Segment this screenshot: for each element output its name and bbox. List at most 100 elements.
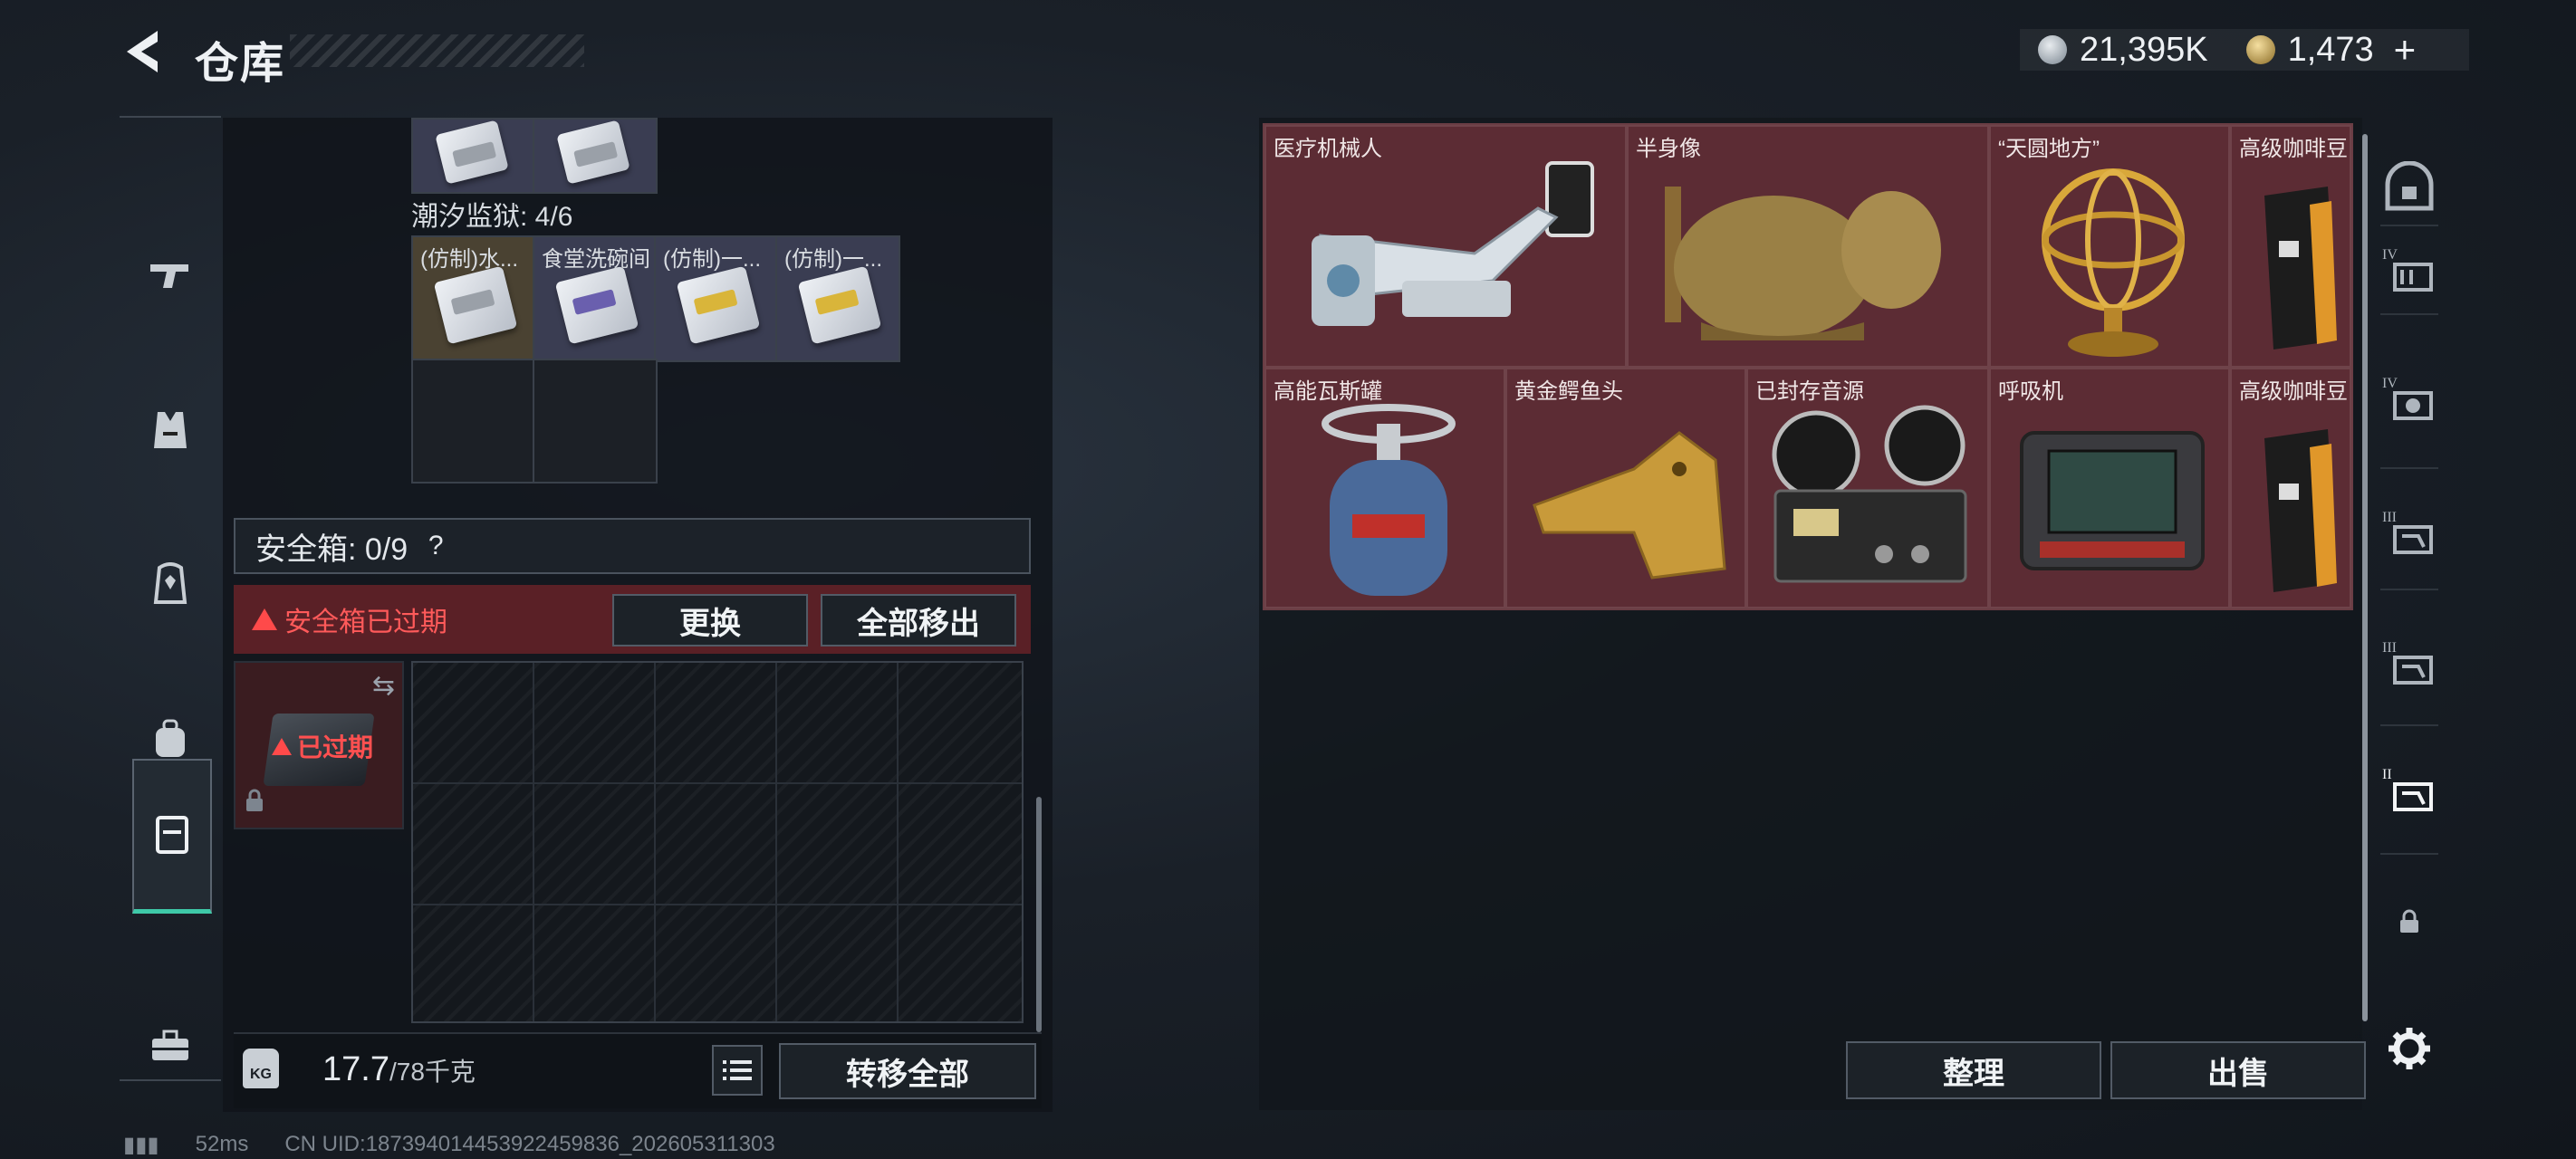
item-label: (仿制)一... (784, 247, 882, 272)
item-label: 高级咖啡豆 (2239, 137, 2348, 161)
item-label: (仿制)水... (420, 247, 518, 272)
keycard-icon (797, 265, 882, 345)
tier-label: III (2382, 510, 2397, 525)
inventory-item[interactable]: 食堂洗碗间 (533, 235, 658, 362)
keycard-icon (676, 265, 761, 345)
empty-inventory-cell[interactable] (411, 359, 536, 484)
container-tier-icon[interactable]: IV (2382, 243, 2437, 297)
inventory-item[interactable]: (仿制)一... (775, 235, 900, 362)
inventory-cell[interactable] (411, 118, 536, 194)
stash-item-coffee[interactable]: 高级咖啡豆 (2230, 125, 2351, 368)
keycard-icon (435, 120, 509, 185)
stash-tab-nav: IV IV III III II (2373, 123, 2446, 1119)
coffee-bag-art (2264, 187, 2337, 350)
stash-item-ventilator[interactable]: 呼吸机 (1989, 368, 2230, 608)
empty-inventory-cell[interactable] (533, 359, 658, 484)
nav-divider (2380, 467, 2438, 469)
item-label: 高级咖啡豆 (2239, 379, 2348, 404)
nav-divider (2380, 589, 2438, 590)
grid-line (533, 663, 534, 1021)
status-bar: ▮▮▮ 52ms CN UID:187394014453922459836_20… (123, 1132, 775, 1158)
list-view-icon[interactable] (712, 1045, 763, 1096)
item-label: 黄金鳄鱼头 (1514, 379, 1623, 404)
grid-line (775, 663, 777, 1021)
keycard-icon (554, 265, 639, 345)
gear-icon[interactable] (2382, 1021, 2437, 1076)
transfer-all-button[interactable]: 转移全部 (779, 1043, 1036, 1099)
expired-badge: 已过期 (272, 728, 373, 764)
vest-slot-icon[interactable] (132, 380, 208, 480)
tier-label: II (2382, 767, 2392, 782)
replace-safebox-button[interactable]: 更换 (612, 594, 808, 647)
container-tier-icon[interactable]: IV (2382, 371, 2437, 426)
safebox-grid[interactable] (411, 661, 1024, 1023)
sort-button[interactable]: 整理 (1846, 1041, 2101, 1099)
gas-tank-art (1322, 404, 1456, 596)
keycard-icon (433, 265, 518, 345)
inventory-cell[interactable] (533, 118, 658, 194)
swap-icon[interactable]: ⇆ (372, 670, 395, 702)
container-tier-icon[interactable]: III (2382, 505, 2437, 560)
item-label: 食堂洗碗间 (542, 247, 649, 272)
lock-icon[interactable] (2382, 895, 2437, 949)
weight-icon: KG (243, 1049, 279, 1088)
silver-balance: 21,395K (2080, 30, 2208, 69)
signal-icon: ▮▮▮ (123, 1133, 159, 1157)
stash-item-bust[interactable]: 半身像 (1627, 125, 1989, 368)
stash-item-medical-robot[interactable]: 医疗机械人 (1264, 125, 1627, 368)
chest-rig-slot-icon[interactable] (132, 534, 208, 634)
currency-bar: 21,395K 1,473 + (2020, 28, 2469, 72)
stash-item-armillary[interactable]: “天圆地方” (1989, 125, 2230, 368)
stash-item-gas-tank[interactable]: 高能瓦斯罐 (1264, 368, 1505, 608)
nav-divider (2380, 724, 2438, 726)
golden-croc-head-art (1533, 431, 1726, 580)
weight-readout: 17.7/78千克 (322, 1050, 476, 1089)
safebox-slot-icon[interactable] (132, 759, 212, 914)
sell-button[interactable]: 出售 (2110, 1041, 2366, 1099)
tier-label: IV (2382, 247, 2398, 263)
nav-divider (2380, 853, 2438, 855)
tape-recorder-art (1772, 405, 1967, 583)
nav-divider (2380, 313, 2438, 315)
weight-current: 17.7 (322, 1050, 389, 1088)
inventory-item[interactable]: (仿制)一... (654, 235, 779, 362)
add-currency-button[interactable]: + (2394, 28, 2417, 72)
toolbox-slot-icon[interactable] (132, 996, 208, 1096)
safebox-header: 安全箱: 0/9 ? (234, 518, 1031, 574)
stash-item-croc-head[interactable]: 黄金鳄鱼头 (1505, 368, 1746, 608)
weapon-slot-pistol-icon[interactable] (132, 225, 208, 324)
stash-grid: 医疗机械人 半身像 “天圆地方” 高级咖啡豆 高能瓦斯罐 黄金鳄鱼头 已封存音源… (1263, 123, 2353, 610)
gold-balance: 1,473 (2287, 30, 2374, 69)
warning-icon (272, 737, 292, 755)
title-decoration (290, 34, 584, 67)
warning-icon (252, 608, 277, 630)
silver-coin-icon (2038, 35, 2067, 64)
lock-icon (245, 789, 264, 819)
ventilator-art (2020, 431, 2205, 570)
container-tier-icon-active[interactable]: II (2382, 762, 2437, 817)
keycard-icon (556, 120, 630, 185)
right-scrollbar[interactable] (2362, 134, 2368, 1021)
weight-capacity: /78千克 (389, 1058, 476, 1086)
medical-robot-art (1312, 161, 1594, 326)
expired-message: 安全箱已过期 (252, 599, 447, 639)
bust-art (1665, 187, 1941, 340)
help-icon[interactable]: ? (420, 531, 451, 561)
home-safe-icon[interactable] (2382, 159, 2437, 214)
tier-label: IV (2382, 376, 2398, 391)
page-title: 仓库 (195, 40, 286, 88)
back-arrow-icon[interactable] (118, 25, 168, 78)
container-tier-icon[interactable]: III (2382, 636, 2437, 690)
inventory-item[interactable]: (仿制)水... (411, 235, 536, 362)
grid-line (413, 782, 1022, 784)
safebox-thumbnail[interactable]: ⇆ 已过期 (234, 661, 404, 829)
uid-readout: CN UID:187394014453922459836_20260531130… (284, 1132, 775, 1156)
gold-coin-icon (2245, 35, 2275, 64)
coffee-bag-art (2264, 429, 2337, 592)
move-all-out-button[interactable]: 全部移出 (821, 594, 1016, 647)
ping-readout: 52ms (195, 1132, 249, 1156)
stash-item-tape-recorder[interactable]: 已封存音源 (1746, 368, 1989, 608)
left-scrollbar[interactable] (1036, 797, 1042, 1032)
stash-item-coffee[interactable]: 高级咖啡豆 (2230, 368, 2351, 608)
nav-divider (2380, 225, 2438, 226)
